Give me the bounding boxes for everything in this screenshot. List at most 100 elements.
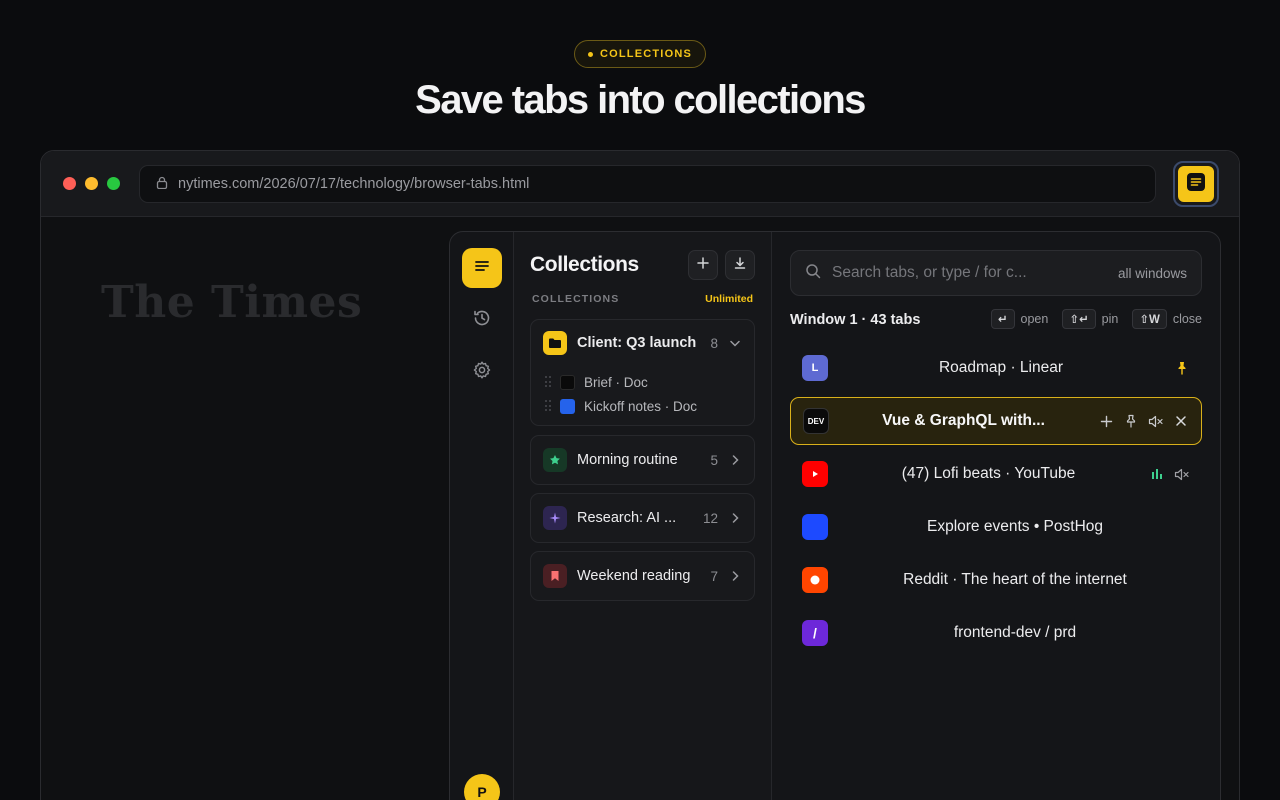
shortcut-hints: ↵ open ⇧↵ pin ⇧W close	[985, 309, 1202, 329]
chevron-right-icon[interactable]	[728, 513, 742, 523]
collections-section-label: COLLECTIONS	[532, 293, 620, 305]
side-rail: P	[450, 232, 514, 800]
rail-item-collections[interactable]	[462, 248, 502, 288]
list-icon	[1186, 172, 1206, 197]
mute-tab-button[interactable]	[1148, 413, 1164, 429]
tab-row[interactable]: L Roadmap · Linear	[790, 344, 1202, 392]
collection-header[interactable]: Research: AI ... 12	[531, 494, 754, 542]
chevron-right-icon[interactable]	[728, 571, 742, 581]
minimize-window-button[interactable]	[85, 177, 98, 190]
tab-title: (47) Lofi beats · YouTube	[901, 465, 1076, 482]
drag-handle-icon[interactable]	[545, 400, 551, 412]
shortcut-key: ⇧↵	[1062, 309, 1096, 329]
tab-row[interactable]: Explore events • PostHog	[790, 503, 1202, 551]
tab-title: Roadmap · Linear	[938, 359, 1064, 376]
address-bar[interactable]: nytimes.com/2026/07/17/technology/browse…	[139, 165, 1156, 203]
extension-button[interactable]	[1173, 161, 1219, 207]
shortcut-pin: ⇧↵ pin	[1062, 309, 1118, 329]
close-tab-button[interactable]	[1173, 413, 1189, 429]
rail-item-history[interactable]	[470, 308, 494, 332]
tab-status	[1149, 466, 1190, 482]
collection-header[interactable]: Client: Q3 launch 8	[531, 320, 754, 366]
dev-favicon-icon: DEV	[803, 408, 829, 434]
shortcut-key: ⇧W	[1132, 309, 1167, 329]
add-to-collection-button[interactable]	[1098, 413, 1114, 429]
plus-icon	[696, 256, 710, 275]
tab-title: Reddit · The heart of the internet	[903, 571, 1127, 588]
folder-icon	[543, 331, 567, 355]
shortcut-label: pin	[1101, 312, 1119, 326]
posthog-favicon-icon	[802, 514, 828, 540]
tab-title: frontend-dev / prd	[953, 624, 1077, 641]
extension-panel: P Collections COLLECTIONS Unlimited Clie…	[449, 231, 1221, 800]
shortcut-close: ⇧W close	[1132, 309, 1202, 329]
window-label: Window 1 · 43 tabs	[790, 312, 921, 328]
plan-badge: Unlimited	[705, 293, 753, 305]
collection-card[interactable]: Morning routine 5	[530, 435, 755, 485]
slash-favicon-icon: /	[802, 620, 828, 646]
close-window-button[interactable]	[63, 177, 76, 190]
tab-row[interactable]: Reddit · The heart of the internet	[790, 556, 1202, 604]
chevron-right-icon[interactable]	[728, 455, 742, 465]
tab-row-active[interactable]: DEV Vue & GraphQL with...	[790, 397, 1202, 445]
collection-card: Client: Q3 launch 8 Brief · Doc Kickoff …	[530, 319, 755, 426]
badge-label: COLLECTIONS	[599, 48, 693, 60]
pin-tab-button[interactable]	[1123, 413, 1139, 429]
youtube-favicon-icon	[802, 461, 828, 487]
browser-toolbar: nytimes.com/2026/07/17/technology/browse…	[41, 151, 1239, 217]
search-input[interactable]: Search tabs, or type / for c...	[832, 264, 1107, 282]
lock-icon	[156, 176, 168, 193]
badge-dot	[587, 51, 593, 57]
search-scope-selector[interactable]: all windows	[1118, 266, 1187, 281]
tab-search[interactable]: Search tabs, or type / for c... all wind…	[790, 250, 1202, 296]
linear-favicon-icon: L	[802, 355, 828, 381]
add-collection-button[interactable]	[688, 250, 718, 280]
shortcut-open: ↵ open	[990, 309, 1049, 329]
drag-handle-icon[interactable]	[545, 376, 551, 388]
pin-icon[interactable]	[1174, 360, 1190, 376]
maximize-window-button[interactable]	[107, 177, 120, 190]
import-collection-button[interactable]	[725, 250, 755, 280]
doc-favicon-icon	[560, 398, 575, 414]
chevron-down-icon[interactable]	[728, 340, 742, 347]
collection-count: 12	[702, 510, 718, 526]
collection-name: Weekend reading	[577, 568, 691, 584]
list-icon	[473, 257, 491, 280]
collection-header[interactable]: Weekend reading 7	[531, 552, 754, 600]
url-text: nytimes.com/2026/07/17/technology/browse…	[178, 176, 530, 192]
collections-column: Collections COLLECTIONS Unlimited Client…	[514, 232, 772, 800]
collection-tab-item[interactable]: Kickoff notes · Doc	[545, 396, 697, 416]
collection-count: 5	[710, 452, 718, 468]
shortcut-label: close	[1172, 312, 1202, 326]
rail-item-settings[interactable]	[470, 360, 494, 384]
tab-title: Vue & GraphQL with...	[882, 412, 1045, 429]
tab-status	[1174, 360, 1190, 376]
mute-tab-button[interactable]	[1174, 466, 1190, 482]
extension-icon-tile	[1176, 164, 1216, 204]
collection-count: 7	[710, 568, 718, 584]
tab-title: Explore events • PostHog	[926, 518, 1104, 535]
tab-row[interactable]: / frontend-dev / prd	[790, 609, 1202, 657]
collection-header[interactable]: Morning routine 5	[531, 436, 754, 484]
collection-name: Client: Q3 launch	[577, 335, 697, 351]
search-icon	[805, 263, 821, 284]
download-icon	[733, 256, 747, 275]
tabs-column: Search tabs, or type / for c... all wind…	[772, 232, 1220, 800]
star-icon	[543, 448, 567, 472]
bookmark-icon	[543, 564, 567, 588]
doc-favicon-icon	[560, 374, 575, 390]
gear-icon	[472, 360, 492, 385]
hero-title: Save tabs into collections	[415, 78, 866, 122]
collection-count: 8	[710, 335, 718, 351]
history-icon	[472, 308, 492, 333]
avatar[interactable]: P	[464, 774, 500, 800]
collection-tab-item[interactable]: Brief · Doc	[545, 372, 648, 392]
audio-playing-icon	[1149, 466, 1165, 482]
tab-actions	[1098, 413, 1189, 429]
collection-tab-title: Brief · Doc	[584, 374, 648, 390]
collection-card[interactable]: Weekend reading 7	[530, 551, 755, 601]
collection-card[interactable]: Research: AI ... 12	[530, 493, 755, 543]
tab-row[interactable]: (47) Lofi beats · YouTube	[790, 450, 1202, 498]
shortcut-label: open	[1020, 312, 1049, 326]
collection-tab-title: Kickoff notes · Doc	[584, 398, 698, 414]
